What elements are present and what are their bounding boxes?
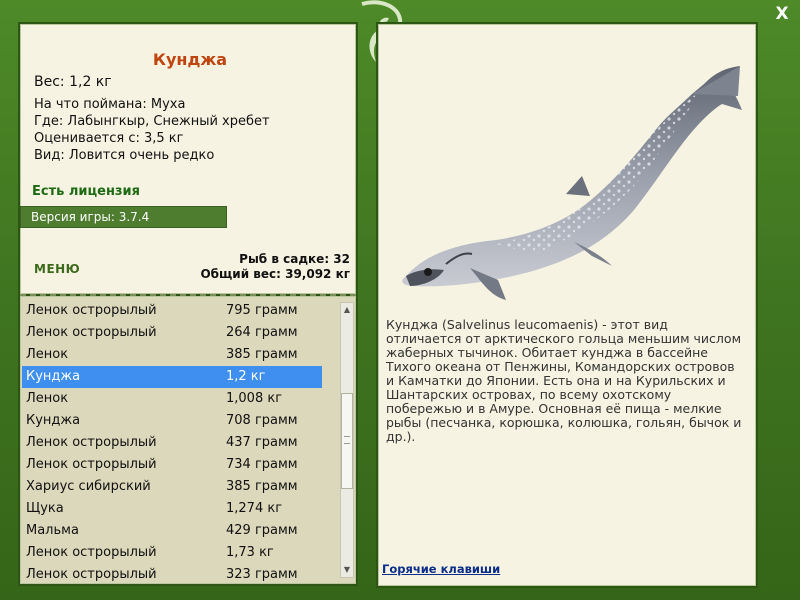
fish-list-row[interactable]: Ленок острорылый 1,73 кг: [20, 542, 340, 564]
fish-name: Ленок острорылый: [26, 567, 157, 582]
version-bar: Версия игры: 3.7.4: [20, 206, 227, 228]
scroll-down-icon[interactable]: ▼: [341, 563, 353, 577]
list-scrollbar[interactable]: ▲ ▼: [340, 302, 354, 578]
fish-list-row[interactable]: Щука 1,274 кг: [20, 498, 340, 520]
fish-name: Ленок острорылый: [26, 545, 157, 560]
fish-weight-cell: 264 грамм: [226, 325, 298, 340]
catch-details: На что поймана: Муха Где: Лабынгкыр, Сне…: [34, 96, 270, 164]
fish-name: Ленок острорылый: [26, 325, 157, 340]
fish-list-panel: Ленок острорылый 795 грамм Ленок острорылы…: [18, 296, 358, 586]
fish-weight-cell: 1,73 кг: [226, 545, 274, 560]
fish-weight-cell: 1,008 кг: [226, 391, 283, 406]
total-weight: Общий вес: 39,092 кг: [200, 267, 350, 281]
fish-name: Кунджа: [26, 369, 81, 384]
value-line: Оценивается с: 3,5 кг: [34, 131, 184, 146]
fish-list-row[interactable]: Ленок острорылый 437 грамм: [20, 432, 340, 454]
fish-weight-cell: 708 грамм: [226, 413, 298, 428]
bait-line: На что поймана: Муха: [34, 97, 186, 112]
location-line: Где: Лабынгкыр, Снежный хребет: [34, 114, 270, 129]
fish-weight-cell: 429 грамм: [226, 523, 298, 538]
fish-name: Ленок острорылый: [26, 457, 157, 472]
scroll-up-icon[interactable]: ▲: [341, 303, 353, 317]
fish-list-row[interactable]: Ленок 385 грамм: [20, 344, 340, 366]
fish-name: Ленок острорылый: [26, 303, 157, 318]
fish-list-row[interactable]: Кунджа 708 грамм: [20, 410, 340, 432]
rarity-line: Вид: Ловится очень редко: [34, 148, 215, 163]
fish-illustration: [402, 66, 742, 300]
fish-weight: Вес: 1,2 кг: [34, 74, 112, 90]
fish-weight-cell: 734 грамм: [226, 457, 298, 472]
fish-weight-cell: 437 грамм: [226, 435, 298, 450]
fish-title: Кунджа: [152, 50, 228, 69]
scroll-thumb[interactable]: [341, 393, 353, 489]
fish-description-panel: Кунджа (Salvelinus leucomaenis) - этот в…: [376, 22, 758, 588]
fish-list-row-selected[interactable]: Кунджа 1,2 кг: [22, 366, 322, 388]
license-status: Есть лицензия: [32, 184, 140, 199]
fish-description: Кунджа (Salvelinus leucomaenis) - этот в…: [386, 317, 742, 444]
close-button[interactable]: X: [772, 4, 792, 24]
fish-name: Кунджа: [26, 413, 81, 428]
fish-name: Хариус сибирский: [26, 479, 151, 494]
catch-info-panel: Кунджа Вес: 1,2 кг На что поймана: Муха …: [18, 22, 358, 296]
fish-list-row[interactable]: Ленок острорылый 795 грамм: [20, 300, 340, 322]
fish-list-row[interactable]: Хариус сибирский 385 грамм: [20, 476, 340, 498]
fish-list-row[interactable]: Ленок острорылый 264 грамм: [20, 322, 340, 344]
fish-name: Ленок острорылый: [26, 435, 157, 450]
fish-list-row[interactable]: Ленок 1,008 кг: [20, 388, 340, 410]
fish-name: Ленок: [26, 391, 69, 406]
keepnet-stats: Рыб в садке: 32 Общий вес: 39,092 кг: [200, 252, 350, 282]
fish-count: Рыб в садке: 32: [239, 252, 350, 266]
fish-weight-cell: 795 грамм: [226, 303, 298, 318]
fish-list-row[interactable]: Мальма 429 грамм: [20, 520, 340, 542]
hotkeys-link[interactable]: Горячие клавиши: [382, 562, 500, 576]
fish-weight-cell: 385 грамм: [226, 479, 298, 494]
fish-name: Мальма: [26, 523, 79, 538]
fish-list-row[interactable]: Ленок острорылый 734 грамм: [20, 454, 340, 476]
fish-list-row[interactable]: Ленок острорылый 323 грамм: [20, 564, 340, 586]
fish-name: Щука: [26, 501, 64, 516]
fish-weight-cell: 1,2 кг: [226, 369, 266, 384]
fish-list: Ленок острорылый 795 грамм Ленок острорылы…: [20, 300, 340, 586]
menu-button[interactable]: МЕНЮ: [34, 262, 80, 276]
fish-weight-cell: 323 грамм: [226, 567, 298, 582]
fish-name: Ленок: [26, 347, 69, 362]
fish-weight-cell: 1,274 кг: [226, 501, 283, 516]
fish-weight-cell: 385 грамм: [226, 347, 298, 362]
